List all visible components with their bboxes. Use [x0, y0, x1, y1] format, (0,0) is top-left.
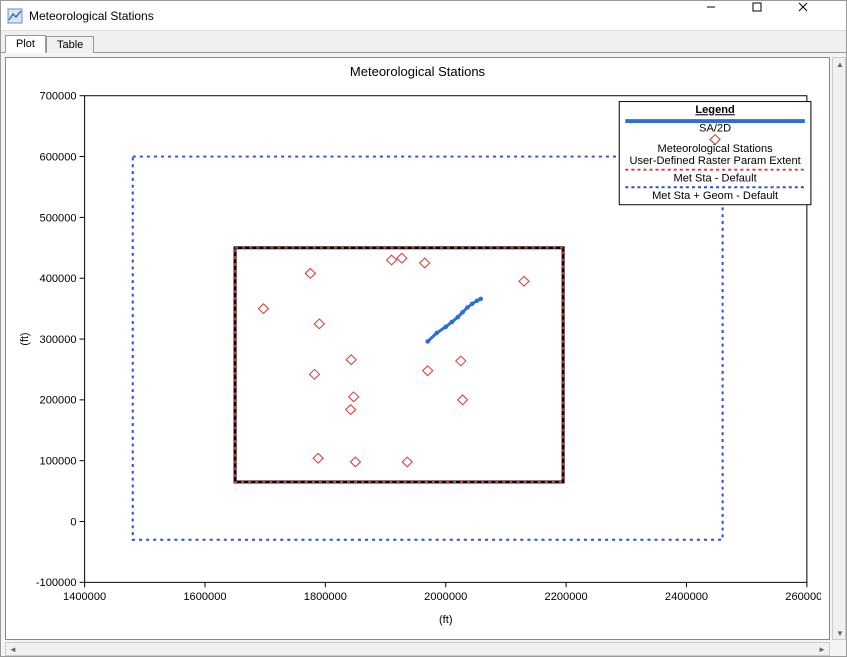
svg-text:1600000: 1600000 [183, 591, 226, 603]
legend-item-label: Meteorological Stations [657, 143, 773, 155]
svg-text:200000: 200000 [40, 395, 77, 407]
horizontal-scrollbar[interactable]: ◄ ► [5, 642, 830, 656]
station-marker [456, 356, 466, 366]
svg-text:1400000: 1400000 [63, 591, 106, 603]
station-marker [346, 405, 356, 415]
station-marker [402, 457, 412, 467]
station-marker [314, 319, 324, 329]
legend-item-label: Met Sta + Geom - Default [652, 190, 778, 202]
station-marker [350, 457, 360, 467]
station-marker [458, 395, 468, 405]
svg-text:500000: 500000 [40, 212, 77, 224]
svg-text:700000: 700000 [40, 91, 77, 103]
svg-text:-100000: -100000 [36, 577, 77, 589]
content-area: Meteorological Stations 1400000 1600000 18… [1, 53, 846, 656]
station-marker [387, 255, 397, 265]
app-icon [7, 8, 23, 24]
window-title: Meteorological Stations [29, 9, 706, 23]
legend-item-label: User-Defined Raster Param Extent [629, 155, 800, 167]
station-marker [423, 366, 433, 376]
svg-text:0: 0 [70, 517, 76, 529]
chart-title: Meteorological Stations [6, 58, 829, 85]
tab-plot[interactable]: Plot [5, 35, 46, 53]
titlebar: Meteorological Stations [1, 1, 846, 31]
svg-text:100000: 100000 [40, 456, 77, 468]
tab-table[interactable]: Table [46, 36, 94, 53]
station-marker [349, 392, 359, 402]
svg-text:300000: 300000 [40, 334, 77, 346]
close-button[interactable] [798, 2, 844, 30]
svg-text:2200000: 2200000 [545, 591, 588, 603]
station-marker [305, 268, 315, 278]
vertical-scrollbar[interactable]: ▲ ▼ [832, 57, 846, 640]
scroll-down-icon[interactable]: ▼ [833, 627, 847, 639]
window-controls [706, 2, 844, 30]
y-axis-label: (ft) [19, 332, 31, 345]
station-marker [420, 258, 430, 268]
scroll-left-icon[interactable]: ◄ [6, 643, 20, 655]
tab-bar: Plot Table [1, 31, 846, 53]
station-marker [313, 453, 323, 463]
series-rect [235, 248, 563, 482]
scroll-right-icon[interactable]: ► [815, 643, 829, 655]
series-rect [235, 248, 563, 482]
station-marker [519, 276, 529, 286]
legend-title: Legend [695, 104, 734, 116]
scroll-up-icon[interactable]: ▲ [833, 58, 847, 70]
chart-canvas[interactable]: 1400000160000018000002000000220000024000… [14, 86, 821, 631]
maximize-button[interactable] [752, 2, 798, 30]
svg-text:1800000: 1800000 [304, 591, 347, 603]
app-window: Meteorological Stations Plot Table Meteo… [0, 0, 847, 657]
x-axis-label: (ft) [439, 614, 453, 626]
svg-text:400000: 400000 [40, 273, 77, 285]
station-marker [397, 253, 407, 263]
svg-text:600000: 600000 [40, 152, 77, 164]
svg-text:2000000: 2000000 [424, 591, 467, 603]
legend-item-label: SA/2D [699, 123, 731, 135]
station-marker [258, 304, 268, 314]
chart-frame: Meteorological Stations 1400000 1600000 18… [5, 57, 830, 640]
station-marker [309, 369, 319, 379]
svg-text:2400000: 2400000 [665, 591, 708, 603]
minimize-button[interactable] [706, 2, 752, 30]
svg-text:2600000: 2600000 [785, 591, 821, 603]
station-marker [346, 355, 356, 365]
legend-item-label: Met Sta - Default [673, 173, 756, 185]
